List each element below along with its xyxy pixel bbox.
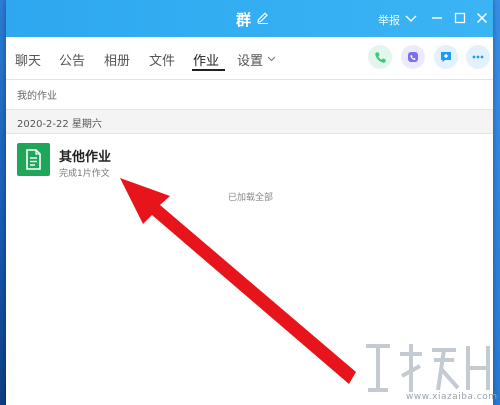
tab-files[interactable]: 文件 bbox=[149, 50, 175, 69]
phone-icon bbox=[374, 51, 386, 63]
active-tab-indicator bbox=[192, 69, 225, 71]
homework-title: 其他作业 bbox=[59, 150, 112, 165]
maximize-icon[interactable] bbox=[453, 11, 467, 25]
homework-icon bbox=[17, 143, 50, 176]
voice-call-button[interactable] bbox=[368, 45, 392, 69]
date-header: 2020-2-22 星期六 bbox=[6, 110, 493, 133]
tab-settings[interactable]: 设置 bbox=[237, 50, 263, 69]
date-label: 2020-2-22 星期六 bbox=[17, 119, 102, 130]
minimize-icon[interactable] bbox=[430, 11, 444, 25]
tab-announcement[interactable]: 公告 bbox=[59, 50, 85, 69]
message-plus-icon bbox=[441, 52, 451, 63]
title-bar[interactable]: 群 举报 bbox=[6, 0, 493, 37]
settings-chevron-icon[interactable] bbox=[267, 54, 276, 63]
loaded-all-label: 已加载全部 bbox=[228, 193, 274, 203]
window-title: 群 bbox=[236, 11, 253, 29]
document-icon bbox=[26, 149, 41, 170]
chevron-down-icon[interactable] bbox=[404, 11, 418, 25]
video-call-button[interactable] bbox=[401, 45, 425, 69]
tab-divider bbox=[6, 79, 493, 80]
homework-item[interactable]: 其他作业 完成1片作文 bbox=[6, 134, 493, 184]
tab-album[interactable]: 相册 bbox=[104, 50, 130, 69]
watermark-url: www.xiazaiba.com bbox=[406, 392, 498, 402]
video-icon bbox=[408, 52, 418, 62]
more-icon bbox=[472, 55, 484, 59]
tab-chat[interactable]: 聊天 bbox=[15, 50, 41, 69]
homework-subtitle: 完成1片作文 bbox=[59, 169, 110, 179]
section-title: 我的作业 bbox=[17, 91, 57, 102]
edit-name-icon[interactable] bbox=[256, 11, 270, 25]
more-button[interactable] bbox=[466, 45, 490, 69]
tab-homework[interactable]: 作业 bbox=[193, 50, 219, 69]
close-icon[interactable] bbox=[475, 11, 489, 25]
message-button[interactable] bbox=[434, 45, 458, 69]
report-button[interactable]: 举报 bbox=[378, 12, 400, 28]
